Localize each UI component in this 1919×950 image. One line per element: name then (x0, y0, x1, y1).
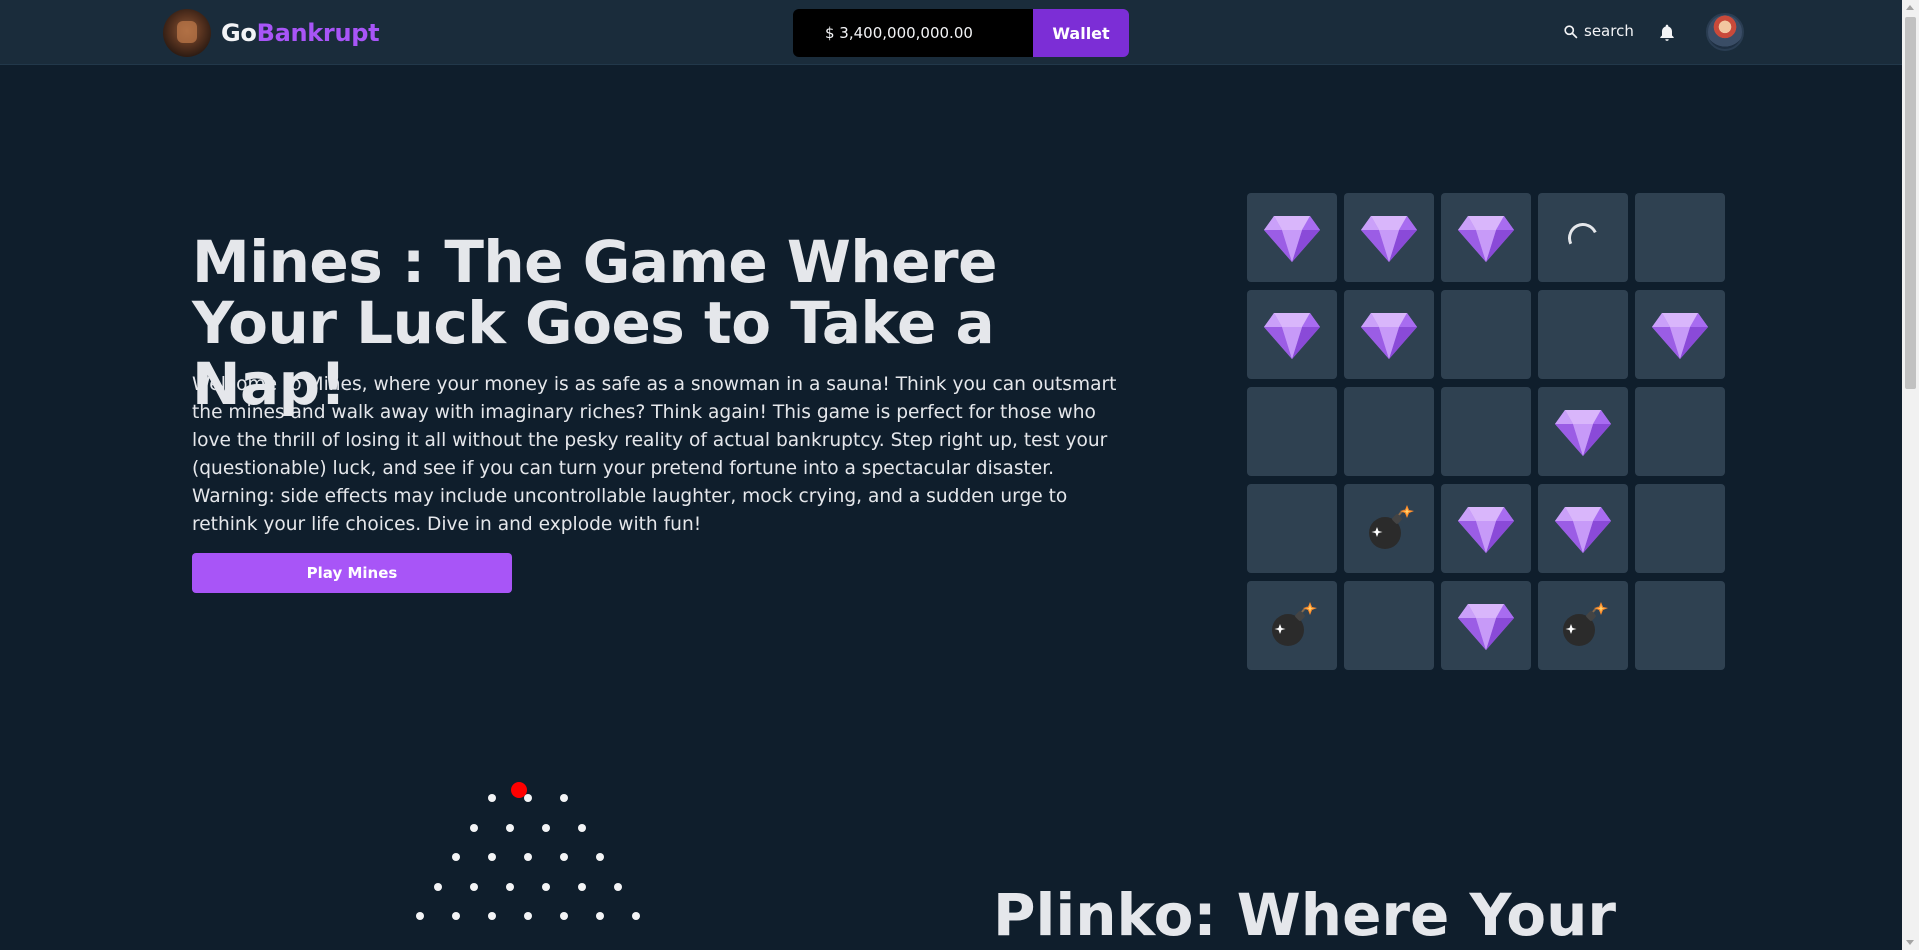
mine-tile (1441, 484, 1531, 573)
mine-tile (1635, 387, 1725, 476)
plinko-peg (488, 912, 496, 920)
mine-tile (1538, 387, 1628, 476)
mine-tile (1247, 290, 1337, 379)
mine-tile (1247, 484, 1337, 573)
bomb-icon (1363, 503, 1415, 555)
mine-tile (1635, 484, 1725, 573)
page-scrollbar[interactable] (1902, 0, 1919, 950)
plinko-peg (488, 794, 496, 802)
logo-bankrupt: Bankrupt (256, 19, 380, 47)
plinko-peg (578, 882, 586, 891)
loading-spinner-icon (1563, 218, 1603, 257)
plinko-title: Plinko: Where Your (993, 881, 1616, 949)
mine-tile (1538, 581, 1628, 670)
mine-tile (1247, 581, 1337, 670)
mine-tile (1344, 387, 1434, 476)
search-button[interactable]: search (1563, 22, 1634, 40)
gem-icon (1262, 212, 1322, 264)
search-icon (1564, 24, 1578, 38)
mine-tile (1344, 581, 1434, 670)
gem-icon (1553, 406, 1613, 458)
mine-tile (1635, 581, 1725, 670)
plinko-peg (596, 912, 604, 920)
plinko-peg (524, 794, 532, 802)
mine-tile (1344, 290, 1434, 379)
mine-tile (1538, 290, 1628, 379)
balance-display: $ 3,400,000,000.00 (793, 9, 1034, 57)
plinko-peg (506, 823, 514, 832)
mine-tile (1344, 193, 1434, 282)
mine-tile (1441, 290, 1531, 379)
mine-tile (1441, 193, 1531, 282)
brand-logo[interactable]: GoBankrupt (163, 9, 380, 57)
scroll-up-arrow-icon[interactable] (1906, 5, 1914, 10)
play-mines-button[interactable]: Play Mines (192, 553, 512, 593)
bomb-icon (1557, 600, 1609, 652)
mine-tile (1441, 387, 1531, 476)
plinko-peg (452, 853, 460, 861)
mine-tile (1635, 193, 1725, 282)
plinko-peg (506, 882, 514, 891)
plinko-peg (560, 853, 568, 861)
plinko-peg (524, 912, 532, 920)
plinko-board (400, 770, 660, 950)
bomb-icon (1266, 600, 1318, 652)
gem-icon (1456, 503, 1516, 555)
top-navbar: GoBankrupt $ 3,400,000,000.00 Wallet sea… (0, 0, 1902, 65)
wallet-button[interactable]: Wallet (1033, 9, 1129, 57)
plinko-peg (470, 882, 478, 891)
scroll-down-arrow-icon[interactable] (1906, 940, 1914, 945)
plinko-peg (416, 912, 424, 920)
plinko-peg (614, 882, 622, 891)
plinko-peg (578, 823, 586, 832)
plinko-peg (470, 823, 478, 832)
bell-icon[interactable] (1657, 22, 1677, 44)
search-label: search (1584, 22, 1634, 40)
plinko-peg (524, 853, 532, 861)
gem-icon (1456, 600, 1516, 652)
gem-icon (1553, 503, 1613, 555)
gem-icon (1650, 309, 1710, 361)
logo-go: Go (221, 19, 257, 47)
gem-icon (1456, 212, 1516, 264)
mine-tile (1247, 387, 1337, 476)
plinko-peg (596, 853, 604, 861)
gem-icon (1359, 309, 1419, 361)
mine-tile (1441, 581, 1531, 670)
mine-tile (1344, 484, 1434, 573)
plinko-peg (542, 823, 550, 832)
gem-icon (1359, 212, 1419, 264)
plinko-peg (632, 912, 640, 920)
plinko-peg (560, 912, 568, 920)
plinko-peg (452, 912, 460, 920)
gem-icon (1262, 309, 1322, 361)
mine-tile (1247, 193, 1337, 282)
scroll-thumb[interactable] (1905, 17, 1916, 389)
plinko-peg (434, 882, 442, 891)
user-avatar[interactable] (1706, 13, 1744, 51)
mines-preview-grid (1247, 193, 1725, 670)
mine-tile (1538, 193, 1628, 282)
mine-tile (1635, 290, 1725, 379)
plinko-ball (511, 782, 527, 798)
plinko-peg (542, 882, 550, 891)
plinko-peg (560, 794, 568, 802)
logo-text: GoBankrupt (221, 19, 380, 47)
hero-description: Welcome to Mines, where your money is as… (192, 374, 1117, 535)
plinko-peg (488, 853, 496, 861)
logo-image (163, 9, 211, 57)
mine-tile (1538, 484, 1628, 573)
